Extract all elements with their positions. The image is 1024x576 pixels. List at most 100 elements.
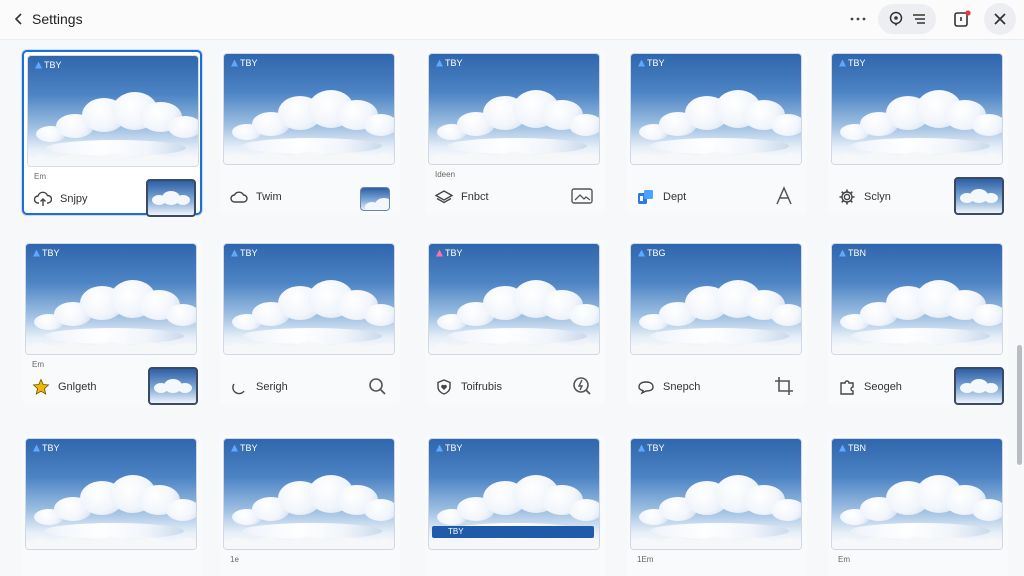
badge-logo-icon — [638, 249, 645, 257]
card-label: Fnbct — [461, 191, 489, 203]
cloud-upload-icon — [34, 190, 52, 208]
cloud-icon — [230, 188, 248, 206]
more-button[interactable] — [846, 8, 870, 30]
back-button[interactable] — [8, 8, 30, 30]
thumbnail-badge: TBY — [839, 58, 866, 68]
puzzle-icon — [838, 378, 856, 396]
image-card[interactable]: TBY Ideen Fnbct — [425, 50, 605, 215]
image-card[interactable]: TBY Dept — [627, 50, 807, 215]
close-button[interactable] — [984, 3, 1016, 35]
search-icon[interactable] — [364, 374, 390, 398]
cloud-shape — [178, 383, 192, 393]
bottom-tab[interactable]: TBY — [432, 526, 594, 538]
text-a-icon[interactable] — [771, 184, 797, 208]
cloud-shape — [389, 202, 390, 211]
cloud-shape — [649, 138, 789, 154]
scrollbar-thumb[interactable] — [1017, 345, 1022, 465]
scrollbar[interactable] — [1014, 40, 1024, 576]
cloud-shape — [447, 328, 587, 344]
image-card[interactable]: TBN Em — [828, 435, 1008, 576]
card-caption: Em — [838, 555, 850, 564]
search-zap-icon[interactable] — [569, 374, 595, 398]
cloud-shape — [569, 499, 599, 521]
sky-thumbnail: TBY — [26, 439, 196, 549]
badge-text: TBG — [647, 248, 666, 258]
notification-button[interactable] — [950, 7, 974, 31]
menu-lines-icon — [913, 14, 925, 24]
badge-text: TBY — [42, 248, 60, 258]
badge-text: TBY — [42, 443, 60, 453]
badge-logo-icon — [231, 59, 238, 67]
image-card[interactable]: TBG Snepch — [627, 240, 807, 405]
image-placeholder-icon[interactable] — [569, 184, 595, 208]
card-label-row: Fnbct — [435, 188, 489, 206]
menu-button[interactable] — [912, 13, 926, 25]
sky-thumbnail: TBY — [429, 244, 599, 354]
card-label-row: Serigh — [230, 378, 288, 396]
image-card[interactable]: TBY 1e — [220, 435, 400, 576]
preview-thumbnail[interactable] — [360, 187, 390, 211]
thumbnail-badge: TBG — [638, 248, 666, 258]
cloud-shape — [375, 198, 389, 210]
image-card[interactable]: TBY Toifrubis — [425, 240, 605, 405]
preview-thumbnail[interactable] — [954, 177, 1004, 215]
card-label: Gnlgeth — [58, 381, 97, 393]
image-card[interactable]: TBY 1Em — [627, 435, 807, 576]
image-grid: TBY Em Snjpy TBY Twim TBY Ideen Fnbct TBY Dept TBY… — [0, 40, 1010, 576]
image-card[interactable]: TBN Seogeh — [828, 240, 1008, 405]
image-card[interactable]: TBY Sclyn — [828, 50, 1008, 215]
cloud-shape — [972, 499, 1002, 521]
cloud-shape — [771, 499, 801, 521]
cloud-shape — [46, 140, 186, 156]
image-card[interactable]: TBY Em Snjpy — [22, 50, 202, 217]
card-caption: 1Em — [637, 555, 654, 564]
badge-text: TBY — [44, 60, 62, 70]
badge-text: TBY — [240, 248, 258, 258]
badge-logo-icon — [839, 444, 846, 452]
badge-text: TBY — [240, 443, 258, 453]
badge-text: TBY — [445, 58, 463, 68]
crop-icon[interactable] — [771, 374, 797, 398]
preview-thumbnail[interactable] — [146, 179, 196, 217]
badge-text: TBY — [647, 58, 665, 68]
card-label: Toifrubis — [461, 381, 502, 393]
card-label-row: Snjpy — [34, 190, 88, 208]
badge-logo-icon — [638, 444, 645, 452]
more-horizontal-icon — [850, 17, 866, 21]
sky-thumbnail: TBY — [631, 439, 801, 549]
cloud-shape — [242, 138, 382, 154]
image-card[interactable]: TBY Twim — [220, 50, 400, 215]
star-icon — [32, 378, 50, 396]
image-card[interactable]: TBY — [22, 435, 202, 576]
bottom-tab-label: TBY — [448, 527, 464, 536]
notification-icon — [954, 10, 971, 27]
cloud-shape — [364, 304, 394, 326]
card-caption: Em — [34, 172, 46, 181]
badge-logo-icon — [839, 249, 846, 257]
sky-thumbnail: TBN — [832, 244, 1002, 354]
badge-logo-icon — [231, 444, 238, 452]
image-card[interactable]: TBY Em Gnlgeth — [22, 240, 202, 405]
image-card[interactable]: TBY Serigh — [220, 240, 400, 405]
preview-thumbnail[interactable] — [148, 367, 198, 405]
card-label: Serigh — [256, 381, 288, 393]
card-label-row: Dept — [637, 188, 686, 206]
thumbnail-badge: TBY — [231, 248, 258, 258]
cloud-shape — [447, 138, 587, 154]
location-button[interactable] — [888, 11, 904, 27]
thumbnail-badge: TBN — [839, 443, 866, 453]
card-caption: Ideen — [435, 170, 456, 179]
preview-thumbnail[interactable] — [954, 367, 1004, 405]
page-title: Settings — [32, 11, 83, 27]
thumbnail-badge: TBY — [33, 443, 60, 453]
card-label: Snepch — [663, 381, 701, 393]
cloud-shape — [176, 195, 190, 205]
badge-text: TBY — [445, 443, 463, 453]
image-card[interactable]: TBY — [425, 435, 605, 576]
badge-text: TBY — [848, 58, 866, 68]
card-label-row: Snepch — [637, 378, 700, 396]
badge-text: TBN — [848, 248, 866, 258]
card-label-row: Toifrubis — [435, 378, 502, 396]
cloud-shape — [166, 499, 196, 521]
sky-thumbnail: TBY — [631, 54, 801, 164]
